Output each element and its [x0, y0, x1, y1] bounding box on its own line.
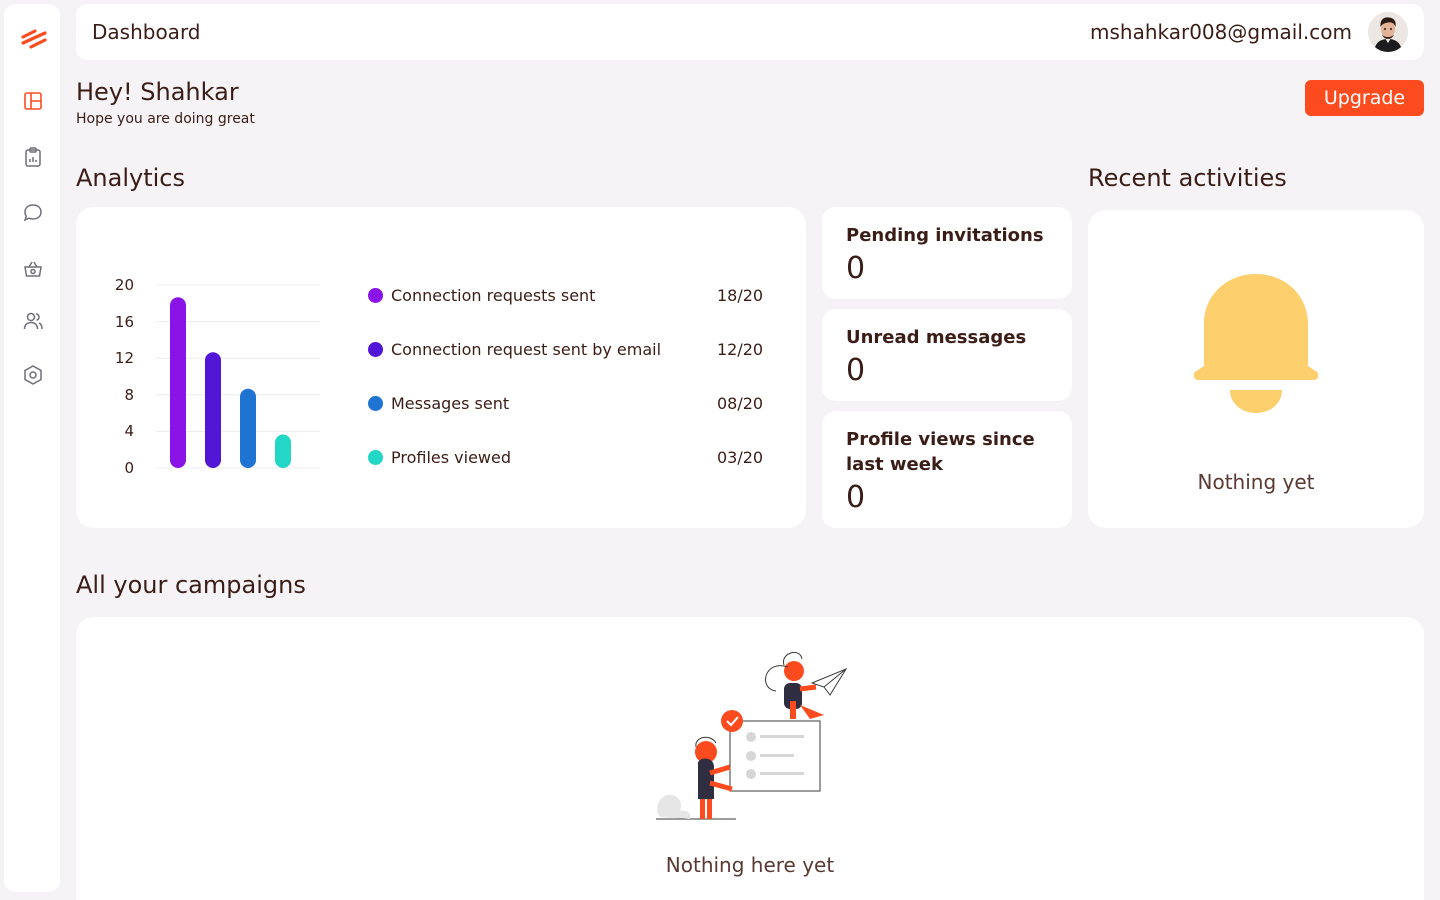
stat-card-profile-views[interactable]: Profile views since last week 0 [822, 411, 1072, 528]
y-tick-label: 12 [114, 349, 134, 368]
campaigns-card: Nothing here yet [76, 617, 1424, 900]
stat-label: Profile views since last week [846, 429, 1035, 475]
analytics-card: 20 16 12 8 4 0 Connection requests sent 18/20 C… [76, 207, 806, 528]
y-tick-label: 4 [124, 422, 134, 441]
y-tick-label: 16 [114, 312, 134, 331]
avatar-image [1368, 12, 1408, 52]
campaigns-title: All your campaigns [76, 571, 306, 599]
sidebar [4, 4, 60, 892]
bar-chart [156, 284, 320, 469]
legend-label: Connection request sent by email [391, 340, 662, 359]
recent-activities-card: Nothing yet [1088, 210, 1424, 528]
basket-icon[interactable] [22, 258, 44, 280]
legend-item: Connection requests sent 18/20 [368, 285, 778, 305]
legend-item: Connection request sent by email 12/20 [368, 339, 778, 359]
brand-logo[interactable] [20, 28, 48, 50]
users-icon[interactable] [22, 310, 44, 332]
top-bar: Dashboard mshahkar008@gmail.com [76, 4, 1424, 60]
legend-value: 12/20 [717, 340, 764, 359]
recent-activities-empty: Nothing yet [1197, 470, 1315, 494]
stat-label: Pending invitations [846, 225, 1044, 246]
legend-dot [368, 450, 383, 465]
analytics-title: Analytics [76, 164, 185, 192]
chart-bar[interactable] [240, 388, 256, 468]
hexagon-gear-icon[interactable] [22, 364, 44, 386]
avatar[interactable] [1368, 12, 1408, 52]
chat-bubble-icon[interactable] [22, 202, 44, 224]
legend-dot [368, 396, 383, 411]
legend-value: 03/20 [717, 448, 764, 467]
page-title: Dashboard [92, 20, 201, 44]
greeting-subtitle: Hope you are doing great [76, 111, 255, 127]
layout-icon[interactable] [22, 90, 44, 112]
stat-value: 0 [846, 353, 866, 388]
upgrade-button[interactable]: Upgrade [1305, 80, 1424, 116]
bell-icon [1193, 274, 1319, 413]
chart-bar[interactable] [170, 297, 186, 468]
legend-dot [368, 288, 383, 303]
legend-label: Messages sent [391, 394, 510, 413]
stat-value: 0 [846, 251, 866, 286]
y-tick-label: 20 [114, 276, 134, 294]
legend-dot [368, 342, 383, 357]
legend-label: Connection requests sent [391, 286, 596, 305]
stat-label: Unread messages [846, 327, 1027, 348]
user-email[interactable]: mshahkar008@gmail.com [1090, 20, 1352, 44]
recent-activities-title: Recent activities [1088, 164, 1287, 192]
stat-value: 0 [846, 480, 866, 515]
legend-item: Messages sent 08/20 [368, 393, 778, 413]
legend-value: 08/20 [717, 394, 764, 413]
legend-item: Profiles viewed 03/20 [368, 447, 778, 467]
stat-card-unread-messages[interactable]: Unread messages 0 [822, 309, 1072, 401]
chart-bar[interactable] [275, 434, 291, 468]
greeting-title: Hey! Shahkar [76, 78, 239, 106]
stat-card-pending-invitations[interactable]: Pending invitations 0 [822, 207, 1072, 299]
campaigns-empty: Nothing here yet [665, 853, 835, 877]
legend-label: Profiles viewed [391, 448, 512, 467]
chart-bar[interactable] [205, 352, 221, 468]
empty-campaigns-illustration [656, 651, 848, 820]
y-tick-label: 8 [124, 385, 134, 404]
legend-value: 18/20 [717, 286, 764, 305]
y-tick-label: 0 [124, 459, 134, 477]
clipboard-icon[interactable] [22, 146, 44, 168]
